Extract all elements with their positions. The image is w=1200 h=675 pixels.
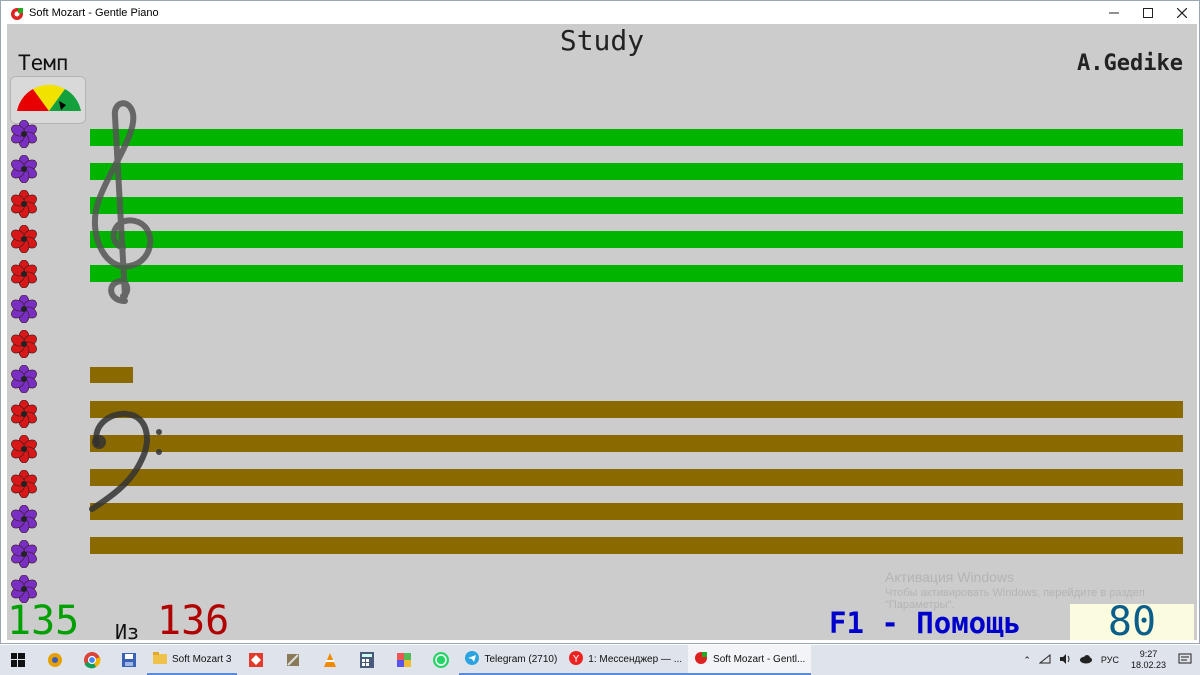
system-tray: ⌃ РУС 9:27 18.02.23 — [1019, 645, 1200, 675]
taskbar: Soft Mozart 3 Telegram (2710) Y 1: Мессе… — [0, 645, 1200, 675]
chrome-icon[interactable] — [73, 645, 110, 675]
progress-total: 136 — [157, 598, 230, 644]
progress-current: 135 — [7, 598, 80, 644]
taskbar-app-yandex-messenger[interactable]: Y 1: Мессенджер — ... — [563, 645, 689, 675]
notification-icon[interactable] — [1178, 653, 1192, 667]
title-bar[interactable]: Soft Mozart - Gentle Piano — [1, 1, 1199, 24]
red-flower-icon — [9, 256, 39, 291]
volume-icon[interactable] — [1059, 654, 1071, 666]
soft-mozart-icon — [694, 651, 708, 668]
red-flower-icon — [9, 326, 39, 361]
tempo-label: Темп — [18, 51, 69, 75]
taskbar-app-soft-mozart-gentle[interactable]: Soft Mozart - Gentl... — [688, 645, 812, 675]
windows-logo-icon — [11, 653, 25, 667]
red-flower-icon — [9, 396, 39, 431]
purple-flower-icon — [9, 361, 39, 396]
staff-line — [90, 401, 1183, 418]
staff-line — [90, 231, 1183, 248]
ledger-line — [90, 367, 133, 383]
telegram-icon — [465, 650, 480, 668]
staff-line — [90, 265, 1183, 282]
taskbar-app-soft-mozart-3[interactable]: Soft Mozart 3 — [147, 645, 238, 675]
purple-flower-icon — [9, 501, 39, 536]
help-hint: F1 - Помощь — [829, 606, 1022, 640]
clock[interactable]: 9:27 18.02.23 — [1131, 649, 1166, 671]
red-flower-icon — [9, 186, 39, 221]
calculator-icon[interactable] — [348, 645, 385, 675]
staff-line — [90, 469, 1183, 486]
cloud-icon[interactable] — [1079, 654, 1093, 666]
save-disk-icon[interactable] — [110, 645, 147, 675]
chevron-up-icon[interactable]: ⌃ — [1023, 655, 1031, 666]
network-icon[interactable] — [1038, 653, 1051, 666]
yandex-icon: Y — [569, 650, 584, 668]
start-button[interactable] — [0, 645, 36, 675]
language-indicator[interactable]: РУС — [1101, 655, 1119, 665]
flower-column — [9, 116, 39, 606]
window-title: Soft Mozart - Gentle Piano — [29, 6, 159, 19]
purple-flower-icon — [9, 536, 39, 571]
staff-line — [90, 503, 1183, 520]
red-flower-icon — [9, 466, 39, 501]
purple-flower-icon — [9, 291, 39, 326]
control-panel-icon[interactable] — [385, 645, 422, 675]
maximize-button[interactable] — [1131, 1, 1165, 24]
taskbar-app-telegram[interactable]: Telegram (2710) — [459, 645, 564, 675]
clock-date: 18.02.23 — [1130, 660, 1166, 670]
vlc-icon[interactable] — [311, 645, 348, 675]
red-flower-icon — [9, 221, 39, 256]
purple-flower-icon — [9, 151, 39, 186]
minimize-button[interactable] — [1097, 1, 1131, 24]
piece-title: Study — [559, 24, 645, 57]
progress-of-label: Из — [115, 620, 140, 644]
bass-clef-icon — [89, 410, 162, 512]
soft-mozart-app-icon — [10, 6, 24, 20]
whatsapp-icon[interactable] — [422, 645, 459, 675]
paint-tool-icon[interactable] — [274, 645, 311, 675]
close-button[interactable] — [1165, 1, 1199, 24]
staff-line — [90, 435, 1183, 452]
composer-name: A.Gedike — [1077, 51, 1183, 76]
tempo-value[interactable]: 80 — [1070, 599, 1194, 645]
app-window: Soft Mozart - Gentle Piano Study Темп A.… — [0, 0, 1200, 645]
staff-line — [90, 129, 1183, 146]
pinned-app-icon[interactable] — [36, 645, 73, 675]
staff-line — [90, 197, 1183, 214]
score-canvas[interactable]: Study Темп A.Gedike Активация Windows Чт… — [7, 24, 1197, 645]
clock-time: 9:27 — [1139, 649, 1158, 659]
red-flower-icon — [9, 431, 39, 466]
treble-clef-icon — [91, 100, 154, 304]
purple-flower-icon — [9, 116, 39, 151]
anydesk-icon[interactable] — [237, 645, 274, 675]
svg-text:Y: Y — [572, 654, 580, 665]
staff-line — [90, 537, 1183, 554]
staff-line — [90, 163, 1183, 180]
folder-icon — [153, 651, 167, 667]
